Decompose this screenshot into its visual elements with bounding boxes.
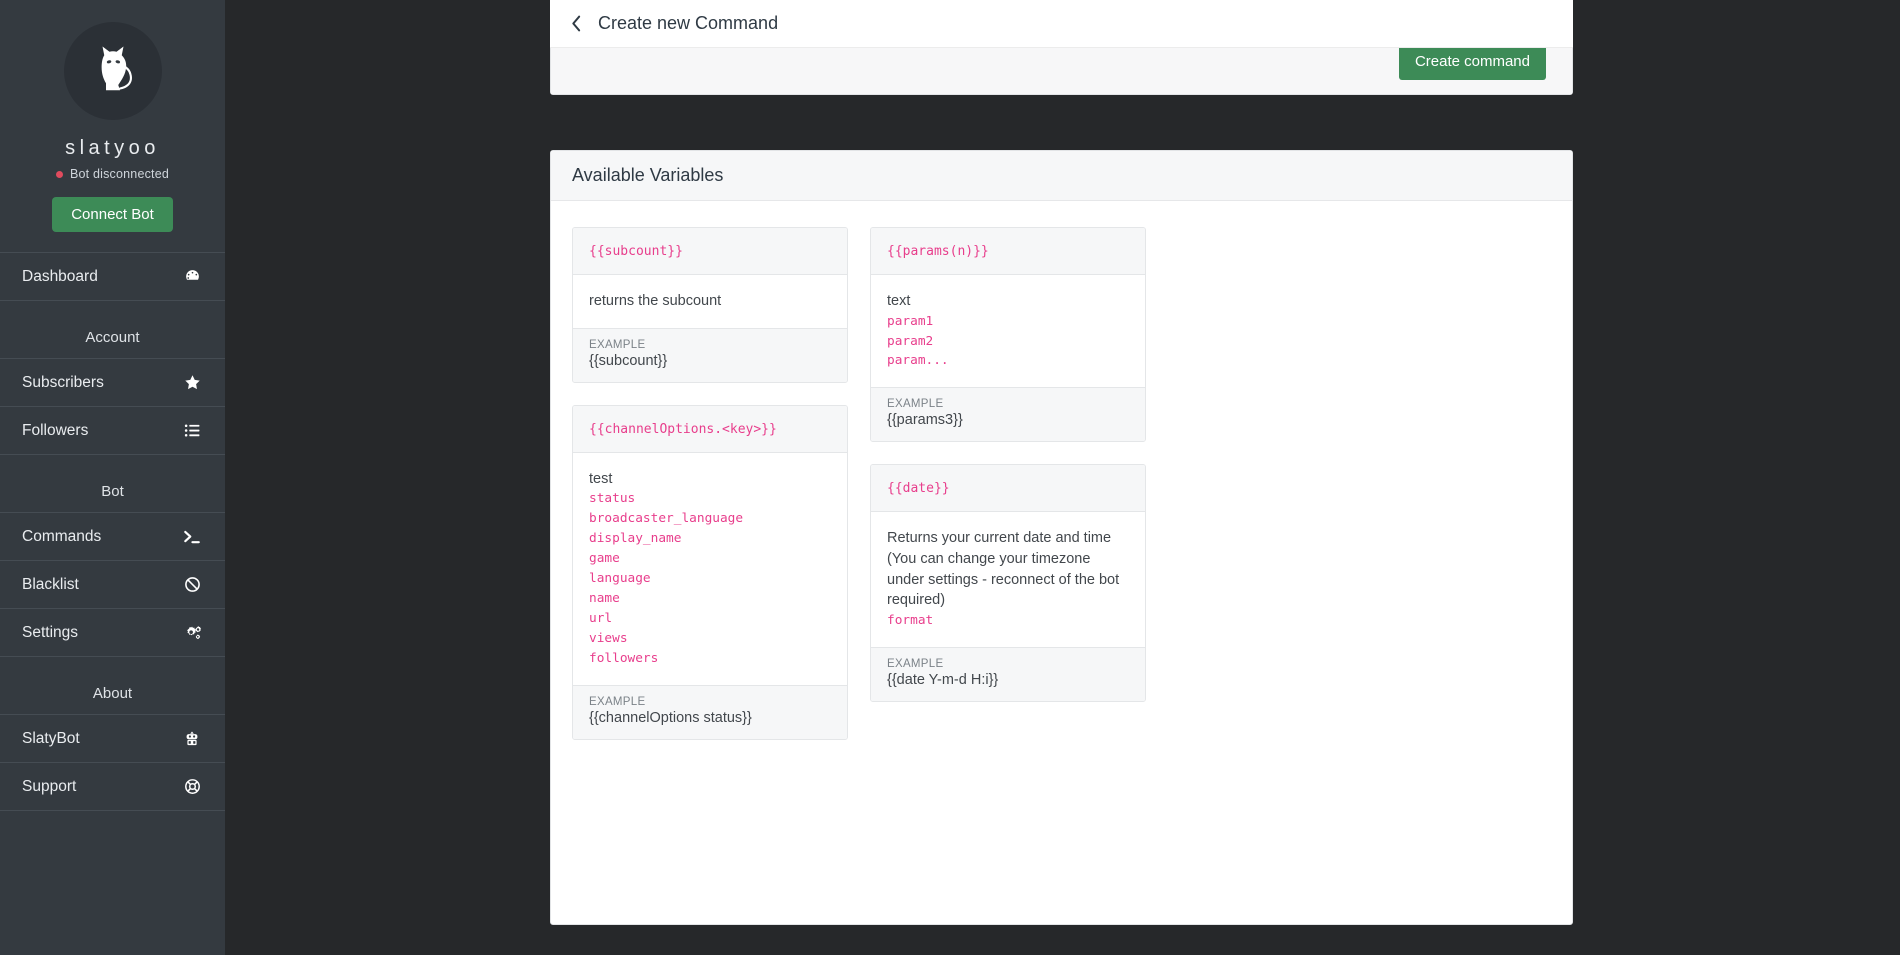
variables-column-right: {{params(n)}}textparam1param2param...EXA… <box>870 227 1146 702</box>
sidebar-item-dashboard[interactable]: Dashboard <box>0 253 225 301</box>
example-value: {{subcount}} <box>589 353 831 369</box>
example-label: EXAMPLE <box>589 339 831 351</box>
example-value: {{params3}} <box>887 412 1129 428</box>
variable-key: name <box>589 589 831 609</box>
page-header: Create new Command <box>550 0 1573 48</box>
variable-key: param2 <box>887 332 1129 352</box>
variables-column-left: {{subcount}}returns the subcountEXAMPLE{… <box>572 227 848 740</box>
example-value: {{date Y-m-d H:i}} <box>887 672 1129 688</box>
variable-key: status <box>589 489 831 509</box>
available-variables-body: {{subcount}}returns the subcountEXAMPLE{… <box>551 201 1572 766</box>
dashboard-tachometer-icon <box>181 268 203 285</box>
sidebar-item-followers[interactable]: Followers <box>0 407 225 455</box>
sidebar-item-label: Subscribers <box>22 374 104 392</box>
variable-name: {{subcount}} <box>589 244 683 259</box>
variable-key-list: format <box>887 611 1129 631</box>
variable-key: param1 <box>887 312 1129 332</box>
variable-key: param... <box>887 351 1129 371</box>
variable-box-header: {{date}} <box>871 465 1145 512</box>
avatar <box>64 22 162 120</box>
sidebar-item-label: Followers <box>22 422 88 440</box>
sidebar: slatyoo Bot disconnected Connect Bot Das… <box>0 0 225 955</box>
example-value: {{channelOptions status}} <box>589 710 831 726</box>
sidebar-brand-block: slatyoo Bot disconnected Connect Bot <box>0 0 225 252</box>
variable-box-body: returns the subcount <box>573 275 847 328</box>
variable-key: display_name <box>589 529 831 549</box>
bot-status: Bot disconnected <box>0 167 225 181</box>
sidebar-item-label: Dashboard <box>22 268 98 286</box>
cat-logo-icon <box>85 43 141 99</box>
variable-box-header: {{channelOptions.<key>}} <box>573 406 847 453</box>
example-label: EXAMPLE <box>887 398 1129 410</box>
variable-box-body: teststatusbroadcaster_languagedisplay_na… <box>573 453 847 685</box>
variable-key: followers <box>589 649 831 669</box>
brand-name: slatyoo <box>0 137 225 160</box>
variable-box-body: textparam1param2param... <box>871 275 1145 387</box>
sidebar-item-label: Support <box>22 778 76 796</box>
variable-box: {{params(n)}}textparam1param2param...EXA… <box>870 227 1146 442</box>
variable-description: text <box>887 291 1129 312</box>
available-variables-title: Available Variables <box>572 165 723 186</box>
chevron-left-icon[interactable] <box>571 15 582 32</box>
variable-key: url <box>589 609 831 629</box>
variable-key: language <box>589 569 831 589</box>
variable-key-list: statusbroadcaster_languagedisplay_namega… <box>589 489 831 669</box>
variable-key: broadcaster_language <box>589 509 831 529</box>
variable-example: EXAMPLE {{date Y-m-d H:i}} <box>871 647 1145 701</box>
page-title: Create new Command <box>598 13 778 34</box>
sidebar-item-subscribers[interactable]: Subscribers <box>0 359 225 407</box>
sidebar-item-settings[interactable]: Settings <box>0 609 225 657</box>
example-label: EXAMPLE <box>887 658 1129 670</box>
sidebar-item-label: Blacklist <box>22 576 79 594</box>
variable-name: {{date}} <box>887 481 950 496</box>
example-label: EXAMPLE <box>589 696 831 708</box>
terminal-icon <box>181 528 203 546</box>
ban-icon <box>181 576 203 593</box>
variable-description: Returns your current date and time (You … <box>887 528 1129 610</box>
variable-name: {{channelOptions.<key>}} <box>589 422 777 437</box>
variable-example: EXAMPLE {{channelOptions status}} <box>573 685 847 739</box>
variable-key: views <box>589 629 831 649</box>
available-variables-card: Available Variables {{subcount}} returns … <box>550 150 1573 925</box>
variable-description: returns the subcount <box>589 291 831 312</box>
sidebar-item-blacklist[interactable]: Blacklist <box>0 561 225 609</box>
connect-bot-button[interactable]: Connect Bot <box>52 197 173 232</box>
sidebar-item-label: Commands <box>22 528 101 546</box>
variable-box: {{channelOptions.<key>}} teststatusbroadc… <box>572 405 848 740</box>
variable-box-body: Returns your current date and time (You … <box>871 512 1145 646</box>
variable-key: format <box>887 611 1129 631</box>
list-icon <box>181 422 203 439</box>
variable-name: {{params(n)}} <box>887 244 989 259</box>
variable-example: EXAMPLE {{subcount}} <box>573 328 847 382</box>
bot-status-label: Bot disconnected <box>70 167 169 181</box>
sidebar-item-label: Settings <box>22 624 78 642</box>
main-content: Create command Create new Command Availa… <box>225 0 1900 955</box>
star-icon <box>181 374 203 391</box>
variable-box: {{subcount}} returns the subcount EXAMPLE {… <box>572 227 848 383</box>
variable-description: test <box>589 469 831 490</box>
gears-icon <box>181 624 203 642</box>
sidebar-heading-bot: Bot <box>0 455 225 513</box>
sidebar-item-commands[interactable]: Commands <box>0 513 225 561</box>
sidebar-item-support[interactable]: Support <box>0 763 225 811</box>
variable-box-header: {{subcount}} <box>573 228 847 275</box>
status-indicator-dot <box>56 171 63 178</box>
variable-example: EXAMPLE {{params3}} <box>871 387 1145 441</box>
robot-icon <box>181 730 203 747</box>
variable-key: game <box>589 549 831 569</box>
sidebar-item-slatybot[interactable]: SlatyBot <box>0 715 225 763</box>
variable-box: {{date}} Returns your current date and ti… <box>870 464 1146 701</box>
create-command-button[interactable]: Create command <box>1399 43 1546 80</box>
lifering-icon <box>181 778 203 795</box>
sidebar-item-label: SlatyBot <box>22 730 80 748</box>
available-variables-header: Available Variables <box>551 151 1572 201</box>
variable-box-header: {{params(n)}} <box>871 228 1145 275</box>
variable-key-list: param1param2param... <box>887 312 1129 372</box>
sidebar-heading-account: Account <box>0 301 225 359</box>
sidebar-heading-about: About <box>0 657 225 715</box>
